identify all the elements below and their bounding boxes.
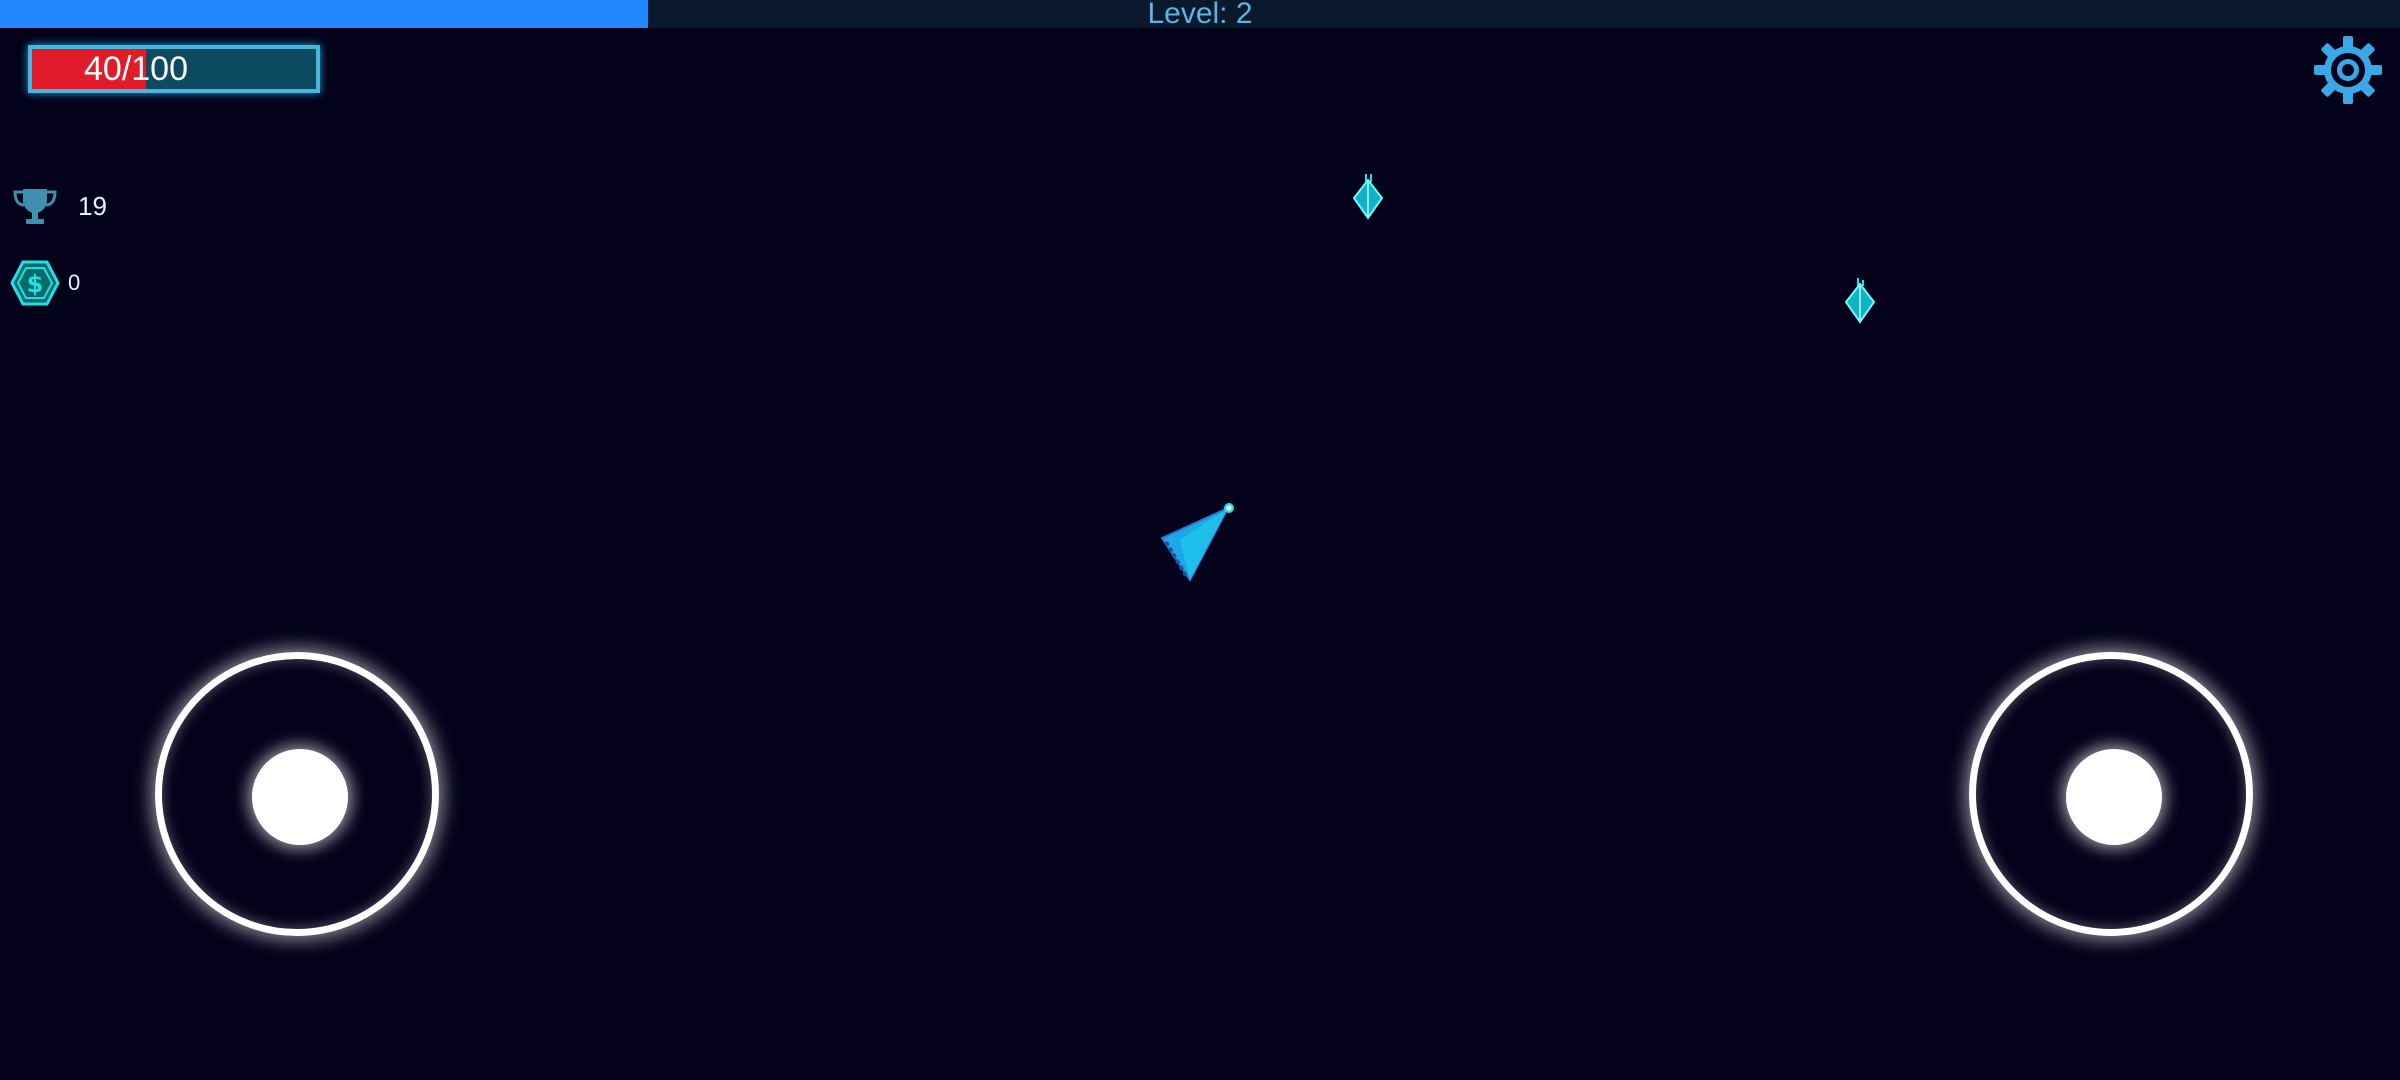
dollar-coin-icon: $ xyxy=(10,260,60,306)
gear-icon xyxy=(2314,36,2382,104)
level-label: Level: 2 xyxy=(1147,0,1253,30)
trophy-icon xyxy=(13,189,57,224)
coin-stat: $ 0 xyxy=(10,260,80,306)
settings-button[interactable] xyxy=(2312,34,2384,106)
player-ship xyxy=(1150,500,1240,590)
game-stage[interactable]: Level: 2 40/100 19 $ 0 xyxy=(0,0,2400,1080)
aim-joystick[interactable] xyxy=(1969,652,2253,936)
enemy-crystal xyxy=(1838,276,1882,328)
level-progress-bar: Level: 2 xyxy=(0,0,2400,30)
trophy-count: 19 xyxy=(78,190,107,221)
enemy-crystal xyxy=(1346,172,1390,224)
aim-joystick-knob[interactable] xyxy=(2066,749,2162,845)
health-bar: 40/100 xyxy=(28,45,320,93)
health-text: 40/100 xyxy=(84,50,188,88)
move-joystick-knob[interactable] xyxy=(252,749,348,845)
move-joystick[interactable] xyxy=(155,652,439,936)
coin-count: 0 xyxy=(68,270,81,295)
svg-text:$: $ xyxy=(27,270,44,298)
trophy-stat: 19 xyxy=(12,186,107,226)
